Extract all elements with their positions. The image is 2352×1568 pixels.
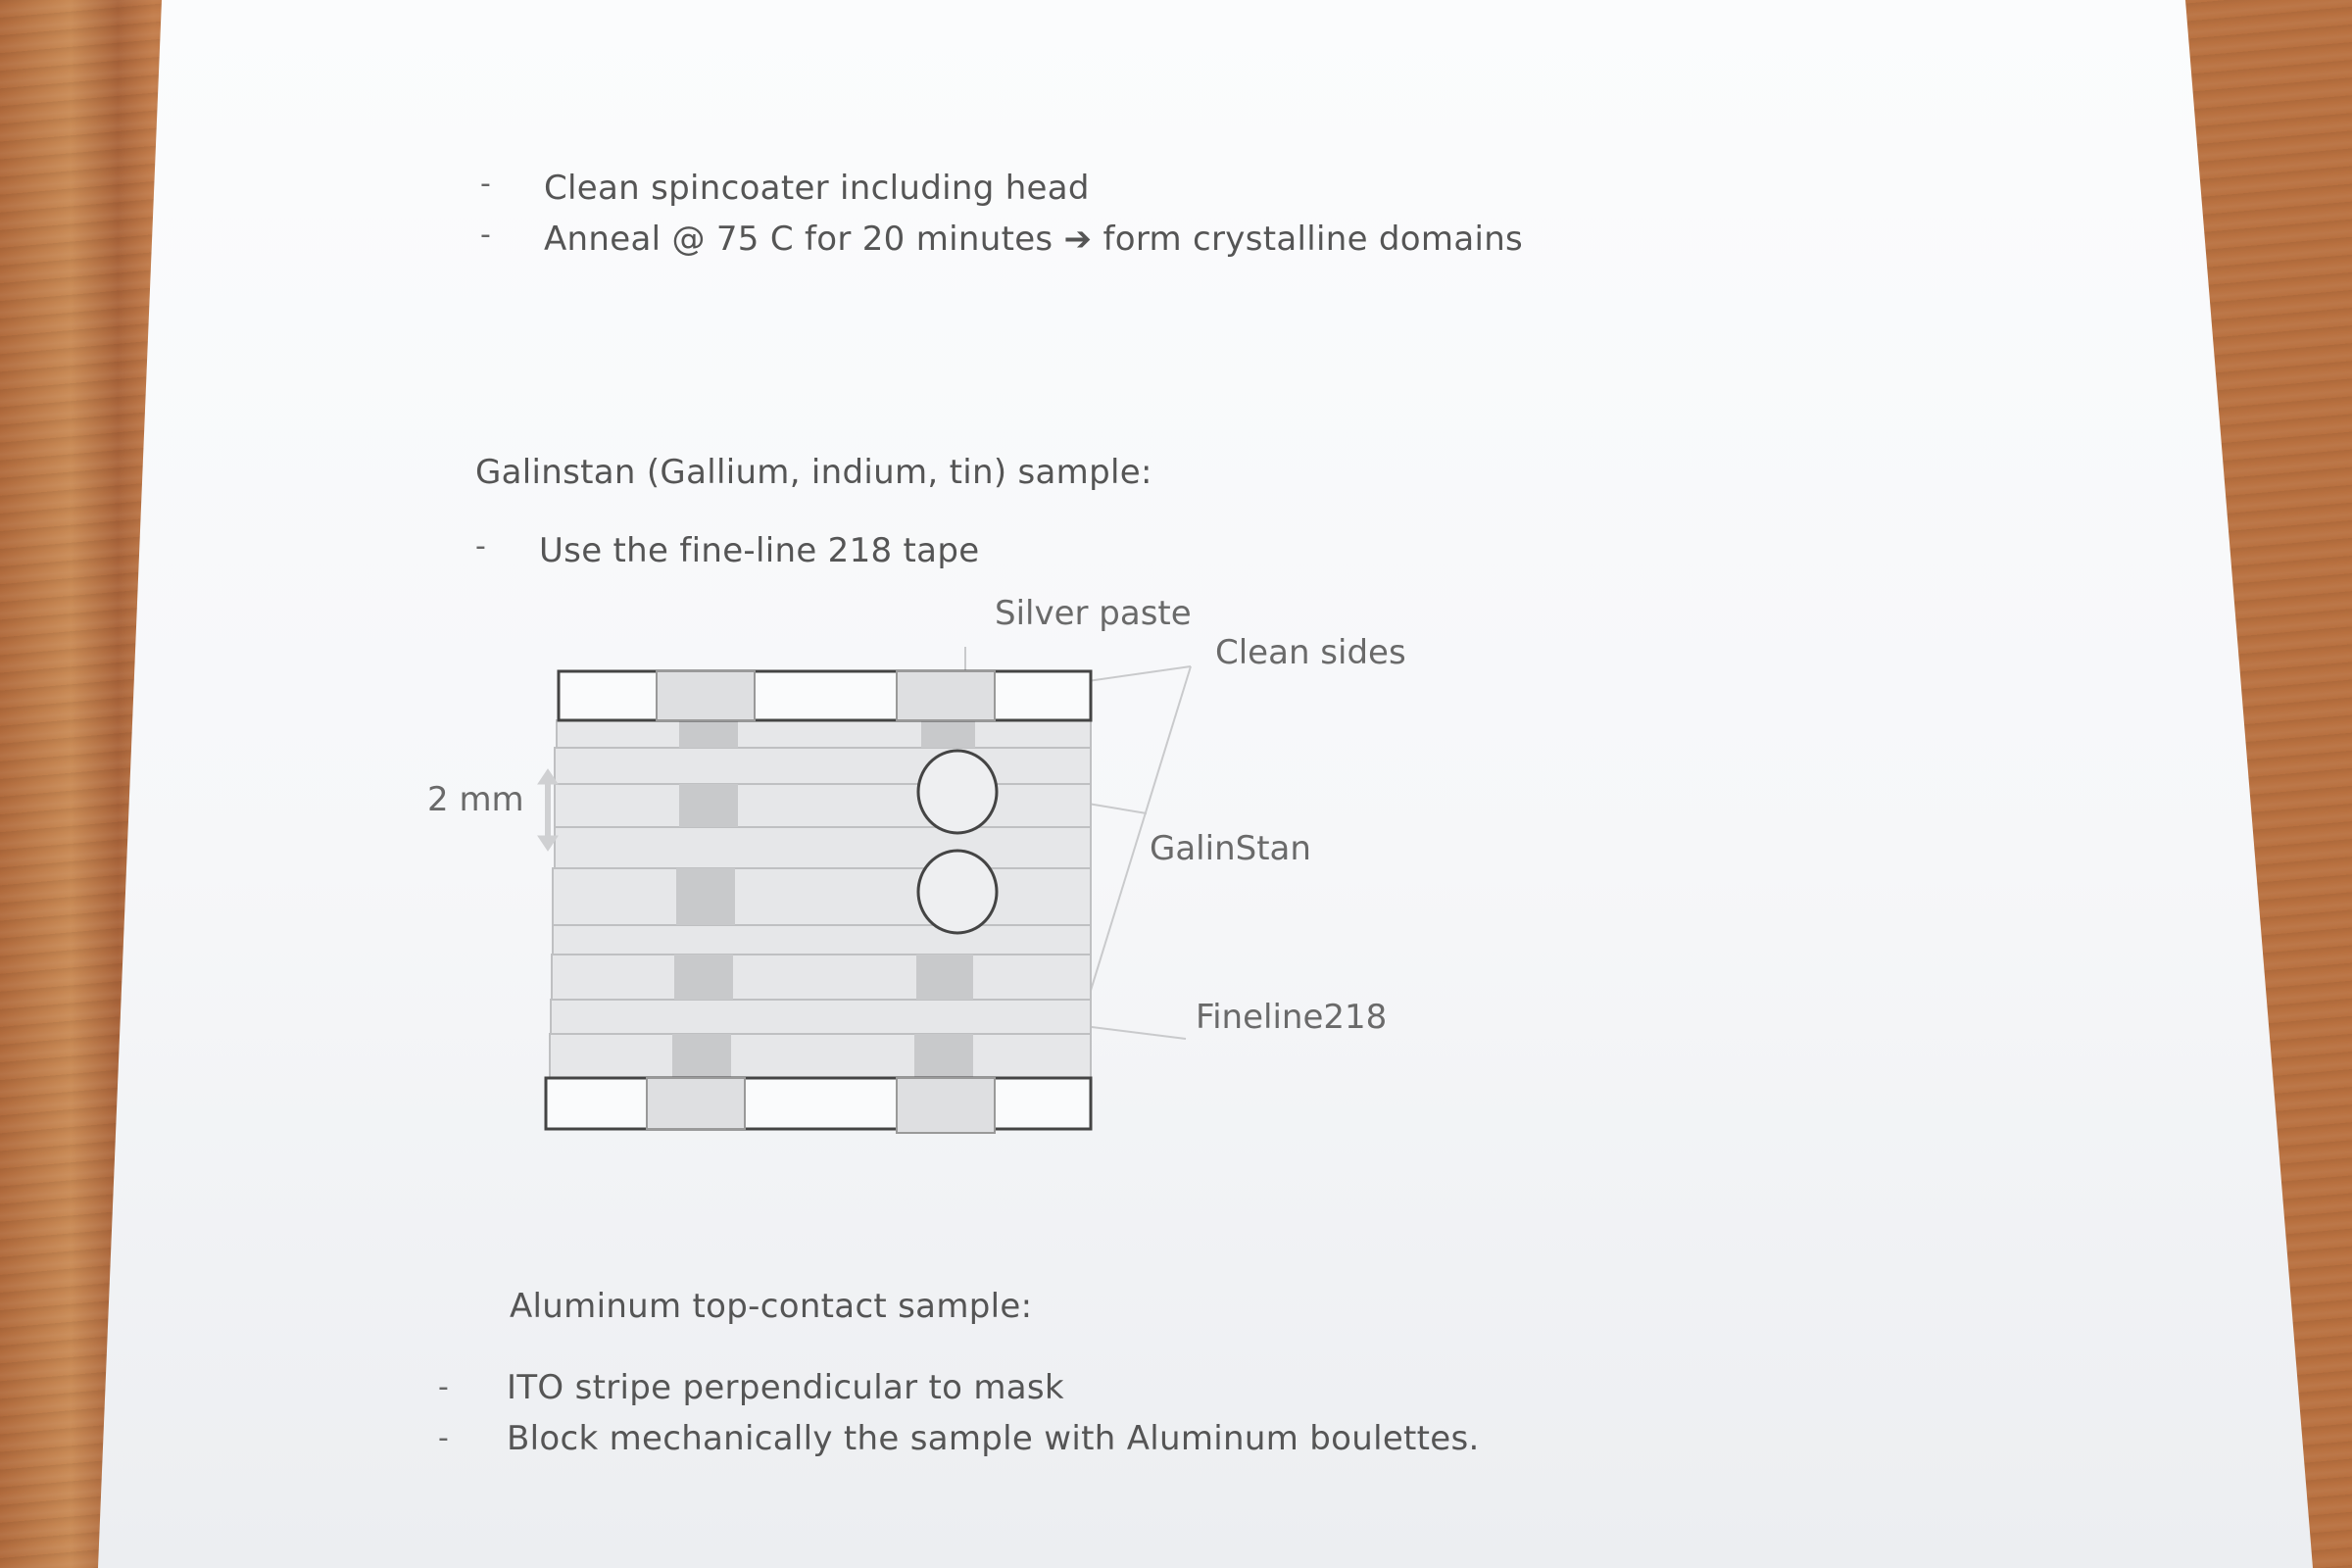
list-item-block-sample: Block mechanically the sample with Alumi… [507,1419,1480,1458]
label-silver-paste: Silver paste [995,594,1192,633]
silver-paste-pad-top-left [656,670,756,721]
top-contact-row [557,669,1093,722]
label-fineline218: Fineline218 [1196,998,1388,1037]
fineline-tape-stripes [549,719,1092,1079]
galinstan-droplet-lower [916,849,999,935]
silver-paste-pad-bottom-left [646,1077,746,1130]
sample-diagram [537,647,1192,1134]
list-bullet: - [438,1370,449,1404]
label-clean-sides: Clean sides [1215,633,1406,672]
silver-paste-pad-top-right [896,670,996,721]
label-galinstan: GalinStan [1150,829,1311,868]
label-scale-2mm: 2 mm [427,780,524,819]
section-heading-aluminum: Aluminum top-contact sample: [510,1287,1033,1326]
list-bullet: - [438,1421,449,1455]
galinstan-droplet-upper [916,749,999,835]
list-item-ito-stripe: ITO stripe perpendicular to mask [507,1368,1064,1407]
bottom-contact-row [544,1076,1093,1131]
silver-paste-pad-bottom-right [896,1077,996,1134]
